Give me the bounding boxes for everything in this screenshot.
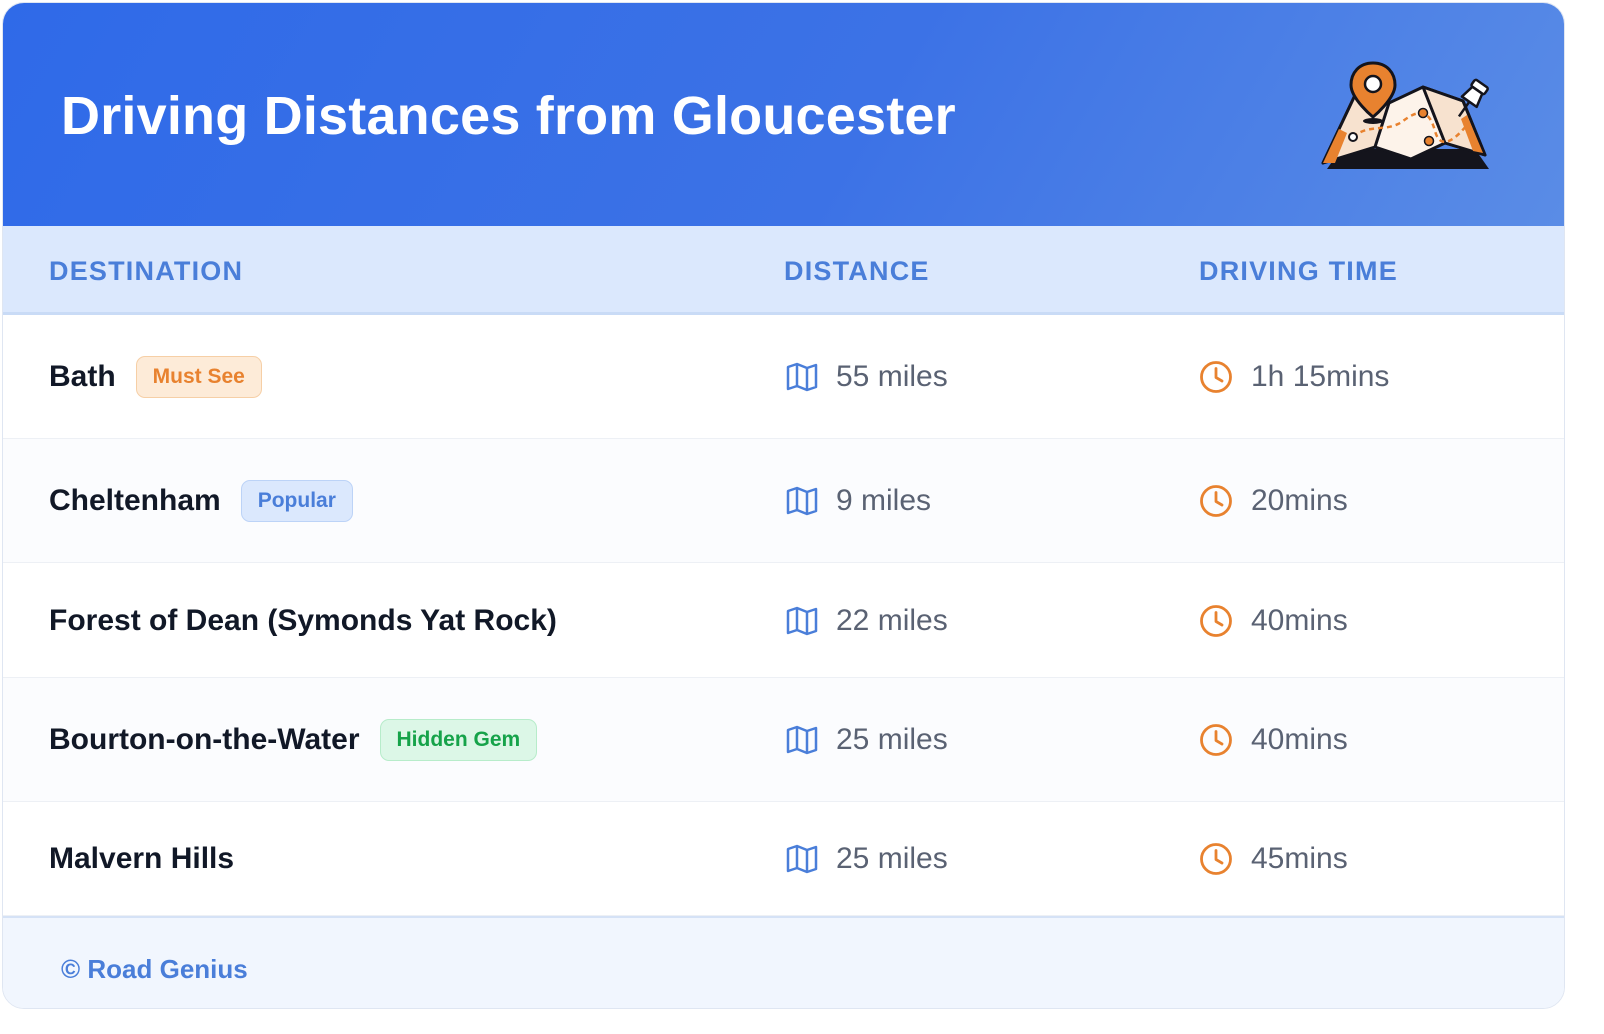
card-header: Driving Distances from Gloucester — [3, 3, 1564, 226]
map-icon — [786, 362, 818, 392]
destination-badge: Hidden Gem — [379, 719, 538, 761]
destination-cell: Bath Must See — [49, 355, 262, 399]
credit-text: © Road Genius — [61, 954, 248, 984]
distance-card: Driving Distances from Gloucester DESTIN… — [2, 2, 1565, 1009]
distance-value: 55 miles — [836, 360, 948, 393]
driving-time-cell: 40mins — [1199, 601, 1348, 641]
destination-name: Bath — [49, 360, 116, 393]
distance-cell: 25 miles — [786, 720, 948, 760]
destination-cell: Forest of Dean (Symonds Yat Rock) — [49, 599, 557, 643]
distance-value: 9 miles — [836, 484, 932, 517]
distance-cell: 25 miles — [786, 839, 948, 879]
table-row: Cheltenham Popular 9 miles 20mins — [3, 439, 1564, 563]
driving-time-cell: 20mins — [1199, 481, 1348, 521]
table-row: Malvern Hills 25 miles 45mins — [3, 802, 1564, 916]
table-row: Forest of Dean (Symonds Yat Rock) 22 mile… — [3, 563, 1564, 678]
map-with-pins-icon — [1321, 61, 1489, 169]
column-header-destination[interactable]: DESTINATION — [49, 256, 243, 287]
driving-time-cell: 45mins — [1199, 839, 1348, 879]
driving-time-cell: 1h 15mins — [1199, 357, 1389, 397]
destination-badge: Must See — [135, 356, 262, 398]
clock-icon — [1200, 604, 1232, 637]
destination-cell: Cheltenham Popular — [49, 479, 353, 523]
clock-icon — [1200, 724, 1232, 756]
column-header-distance[interactable]: DISTANCE — [784, 256, 930, 287]
map-icon — [786, 486, 818, 516]
driving-time-value: 40mins — [1251, 723, 1348, 756]
map-icon — [786, 606, 818, 635]
driving-time-value: 45mins — [1251, 842, 1348, 875]
destination-name: Forest of Dean (Symonds Yat Rock) — [49, 603, 557, 637]
destination-name: Malvern Hills — [49, 842, 235, 875]
column-header-driving-time[interactable]: DRIVING TIME — [1199, 256, 1398, 287]
map-icon — [786, 725, 818, 755]
driving-time-value: 40mins — [1251, 603, 1348, 637]
destination-badge: Popular — [240, 480, 353, 522]
table-row: Bourton-on-the-Water Hidden Gem 25 miles 40… — [3, 678, 1564, 802]
destination-cell: Malvern Hills — [49, 837, 234, 881]
distance-cell: 55 miles — [786, 357, 948, 397]
distance-value: 25 miles — [836, 723, 948, 756]
distance-cell: 22 miles — [786, 601, 948, 641]
table-header: DESTINATION DISTANCE DRIVING TIME — [3, 226, 1564, 315]
clock-icon — [1200, 485, 1232, 517]
distance-value: 25 miles — [836, 842, 948, 875]
distance-value: 22 miles — [836, 603, 948, 637]
table-row: Bath Must See 55 miles 1h 15mins — [3, 315, 1564, 439]
driving-time-value: 20mins — [1251, 484, 1348, 517]
map-icon — [786, 844, 818, 874]
driving-time-cell: 40mins — [1199, 720, 1348, 760]
card-footer: © Road Genius — [3, 916, 1564, 1008]
destination-name: Bourton-on-the-Water — [49, 723, 360, 756]
destination-cell: Bourton-on-the-Water Hidden Gem — [49, 718, 538, 762]
clock-icon — [1200, 843, 1232, 875]
page-title: Driving Distances from Gloucester — [61, 86, 956, 146]
clock-icon — [1200, 361, 1232, 393]
destination-name: Cheltenham — [49, 484, 221, 517]
distance-cell: 9 miles — [786, 481, 931, 521]
driving-time-value: 1h 15mins — [1251, 360, 1390, 393]
